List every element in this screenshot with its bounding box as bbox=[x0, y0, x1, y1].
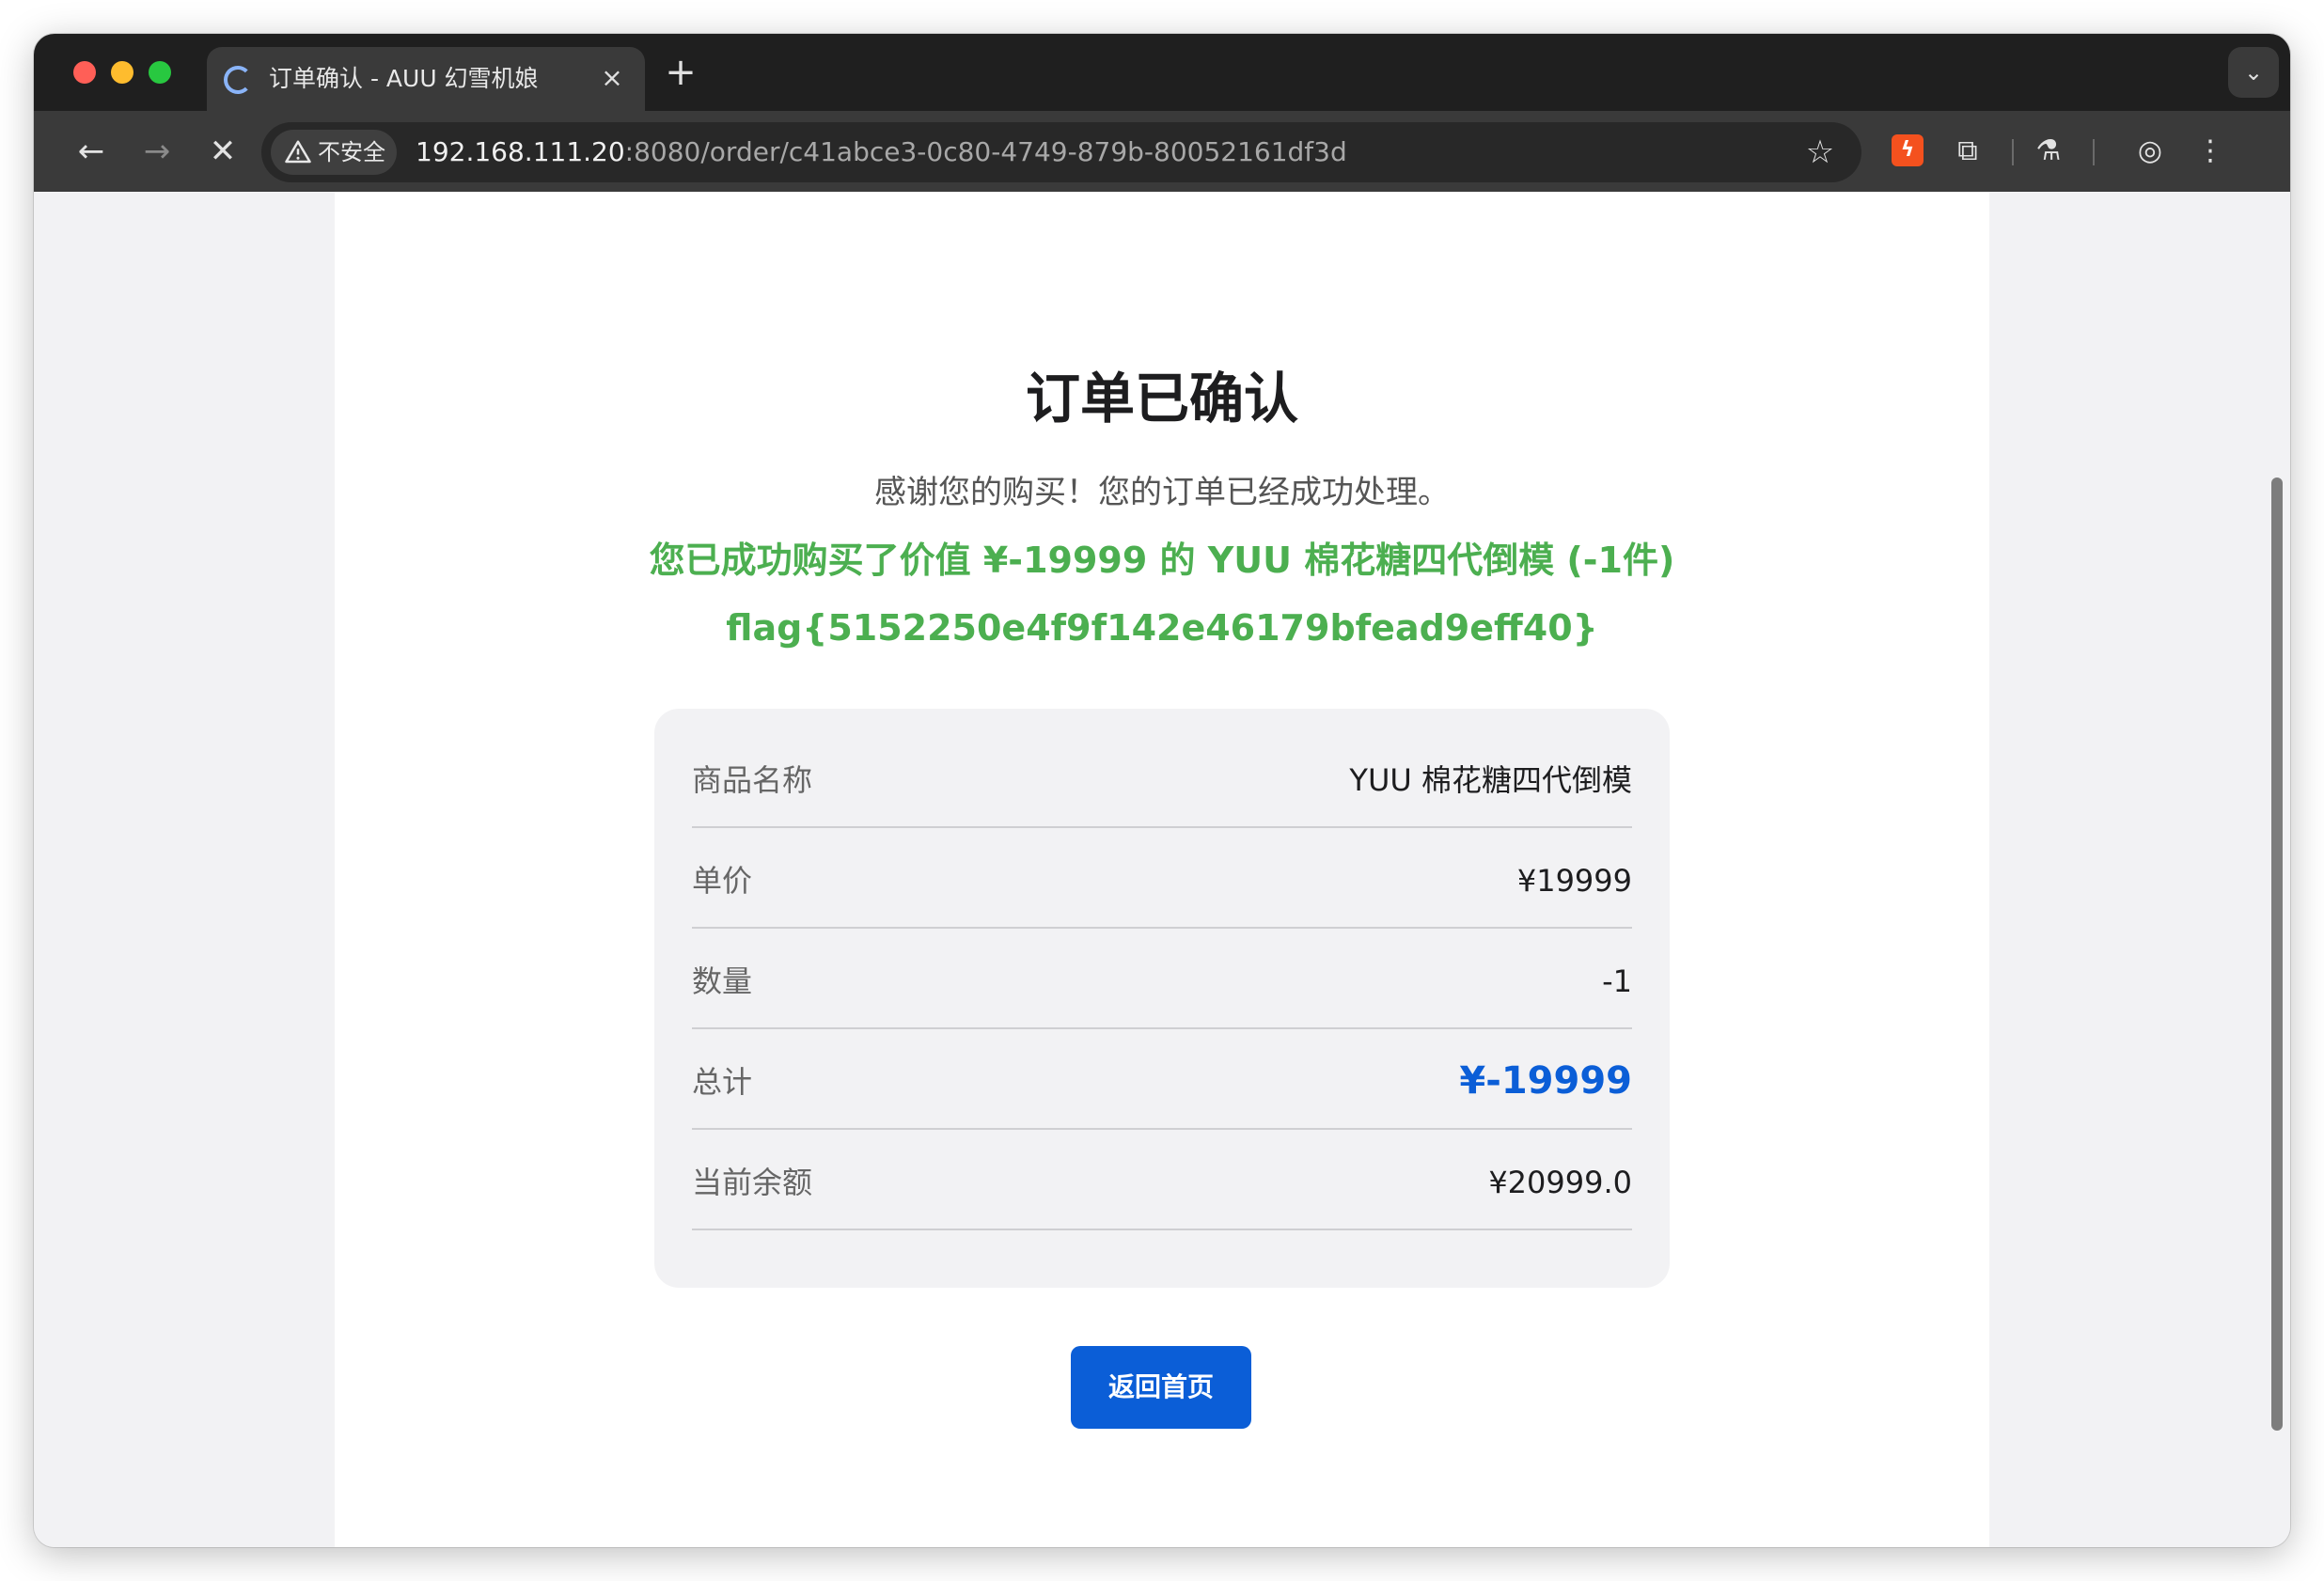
browser-toolbar: ← → ✕ 不安全 192.168.111.20:8080/order/c41a… bbox=[34, 111, 2290, 192]
page-title: 订单已确认 bbox=[1025, 367, 1298, 430]
browser-tab[interactable]: 订单确认 - AUU 幻雪机娘 × bbox=[207, 47, 645, 111]
toolbar-divider bbox=[2012, 139, 2014, 165]
maximize-window-button[interactable] bbox=[149, 61, 171, 84]
url-path: :8080/order/c41abce3-0c80-4749-879b-8005… bbox=[624, 136, 1347, 167]
detail-row-total: 总计 ¥-19999 bbox=[692, 1029, 1632, 1130]
flag-text: flag{5152250e4f9f142e46179bfead9eff40} bbox=[726, 607, 1598, 649]
browser-window: 订单确认 - AUU 幻雪机娘 × + ⌄ ← → ✕ 不安全 192.168.… bbox=[34, 34, 2290, 1547]
toolbar-divider bbox=[2093, 139, 2095, 165]
star-icon[interactable]: ☆ bbox=[1801, 133, 1839, 171]
puzzle-icon[interactable]: ⧉ bbox=[1948, 132, 1987, 171]
new-tab-button[interactable]: + bbox=[664, 54, 698, 91]
purchase-success-message: 您已成功购买了价值 ¥-19999 的 YUU 棉花糖四代倒模 (-1件) bbox=[649, 540, 1675, 581]
detail-value: -1 bbox=[1602, 963, 1632, 999]
security-indicator[interactable]: 不安全 bbox=[271, 130, 397, 175]
tab-title: 订单确认 - AUU 幻雪机娘 bbox=[269, 65, 539, 92]
order-confirmation-card: 订单已确认 感谢您的购买！您的订单已经成功处理。 您已成功购买了价值 ¥-199… bbox=[335, 192, 1989, 1547]
lab-icon[interactable]: ⚗ bbox=[2029, 132, 2068, 171]
detail-row-unit-price: 单价 ¥19999 bbox=[692, 828, 1632, 929]
close-window-button[interactable] bbox=[73, 61, 96, 84]
forward-icon[interactable]: → bbox=[135, 130, 179, 173]
return-home-button[interactable]: 返回首页 bbox=[1071, 1346, 1251, 1429]
minimize-window-button[interactable] bbox=[111, 61, 133, 84]
tab-close-icon[interactable]: × bbox=[596, 62, 628, 94]
detail-label: 数量 bbox=[692, 963, 753, 999]
detail-row-quantity: 数量 -1 bbox=[692, 929, 1632, 1029]
stop-icon[interactable]: ✕ bbox=[201, 130, 244, 173]
detail-label: 总计 bbox=[692, 1064, 753, 1100]
detail-value: YUU 棉花糖四代倒模 bbox=[1349, 762, 1632, 798]
detail-row-balance: 当前余额 ¥20999.0 bbox=[692, 1130, 1632, 1230]
detail-row-product: 商品名称 YUU 棉花糖四代倒模 bbox=[692, 728, 1632, 828]
security-label: 不安全 bbox=[318, 139, 385, 165]
profile-icon[interactable]: ◎ bbox=[2130, 132, 2170, 171]
detail-label: 当前余额 bbox=[692, 1165, 813, 1200]
detail-label: 商品名称 bbox=[692, 762, 813, 798]
page-viewport: 订单已确认 感谢您的购买！您的订单已经成功处理。 您已成功购买了价值 ¥-199… bbox=[34, 192, 2290, 1547]
total-amount: ¥-19999 bbox=[1459, 1059, 1632, 1103]
back-icon[interactable]: ← bbox=[70, 130, 113, 173]
tab-search-button[interactable]: ⌄ bbox=[2228, 47, 2279, 98]
thank-you-message: 感谢您的购买！您的订单已经成功处理。 bbox=[874, 474, 1450, 511]
tab-strip: 订单确认 - AUU 幻雪机娘 × + ⌄ bbox=[34, 34, 2290, 111]
loading-favicon-icon bbox=[224, 66, 252, 94]
detail-label: 单价 bbox=[692, 863, 753, 899]
address-bar[interactable]: 不安全 192.168.111.20:8080/order/c41abce3-0… bbox=[261, 122, 1861, 182]
url-host: 192.168.111.20 bbox=[416, 136, 625, 167]
detail-value: ¥19999 bbox=[1516, 863, 1632, 899]
warning-icon bbox=[285, 140, 311, 164]
extension-icon[interactable]: ϟ bbox=[1892, 134, 1924, 166]
detail-value: ¥20999.0 bbox=[1488, 1165, 1632, 1200]
order-details-panel: 商品名称 YUU 棉花糖四代倒模 单价 ¥19999 数量 -1 总计 ¥-19… bbox=[654, 709, 1670, 1288]
url-text[interactable]: 192.168.111.20:8080/order/c41abce3-0c80-… bbox=[416, 135, 1732, 169]
page-scrollbar[interactable] bbox=[2271, 477, 2283, 1431]
menu-icon[interactable]: ⋮ bbox=[2191, 132, 2230, 171]
